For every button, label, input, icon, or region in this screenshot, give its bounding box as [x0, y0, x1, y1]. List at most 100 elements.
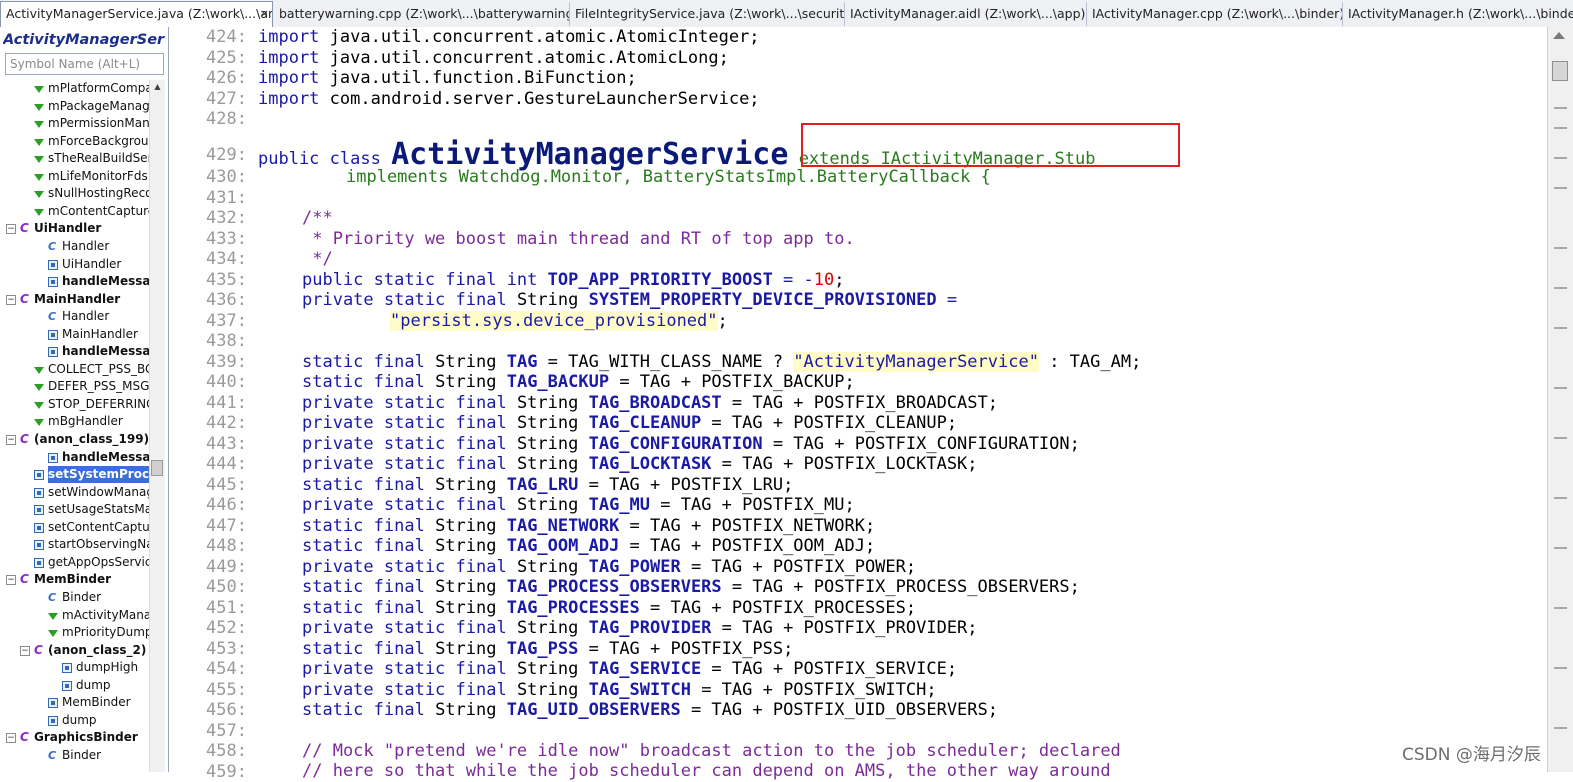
class-icon: C — [20, 432, 29, 446]
tree-item[interactable]: setSystemProcess — [4, 466, 149, 484]
tree-item[interactable]: C Handler — [4, 308, 149, 325]
tree-item[interactable]: setContentCaptureManager — [4, 519, 149, 536]
annotation-highlight-box — [801, 123, 1180, 167]
symbol-search-input[interactable] — [5, 53, 164, 75]
tree-item[interactable]: mPackageManagerInt — [4, 98, 149, 115]
code-editor[interactable]: 424: 425: 426: 427: 428: 429: 430: 431: 432: 433:… — [169, 27, 1547, 782]
tree-item[interactable]: C Handler — [4, 238, 149, 255]
keyword: import — [258, 47, 320, 68]
scroll-up-icon[interactable]: ▲ — [150, 80, 165, 94]
tab-activitymanagerservice[interactable]: ActivityManagerService.java (Z:\work\...… — [0, 1, 273, 27]
tree-item[interactable]: C Binder — [4, 747, 149, 764]
editor-scrollbar[interactable] — [1547, 27, 1573, 772]
import-path: java.util.concurrent.atomic.AtomicLong; — [329, 47, 729, 68]
tree-item[interactable]: mContentCaptureService — [4, 203, 149, 220]
tree-item[interactable]: STOP_DEFERRING_PSS_MSG — [4, 396, 149, 413]
tree-item[interactable]: mActivityManagerService — [4, 607, 149, 624]
collapse-toggle-icon[interactable]: − — [6, 575, 16, 586]
field-icon — [34, 173, 44, 181]
tree-item[interactable]: sNullHostingRecord — [4, 185, 149, 202]
tree-item-label: sTheRealBuildSerial — [48, 151, 149, 166]
expression: = TAG + POSTFIX_LOCKTASK; — [711, 454, 978, 474]
class-icon: C — [20, 221, 29, 236]
tree-item[interactable]: handleMessage — [4, 273, 149, 290]
sidebar-scroll-thumb[interactable] — [151, 460, 163, 476]
tree-item[interactable]: getAppOpsService — [4, 554, 149, 571]
collapse-toggle-icon[interactable]: − — [6, 294, 16, 305]
line-number: 436: — [206, 290, 247, 310]
identifier: TAG_POWER — [588, 556, 681, 577]
tree-item[interactable]: − C (anon_class_199) — [4, 431, 149, 448]
method-icon — [34, 540, 44, 551]
modifiers: static final — [302, 372, 436, 392]
tree-item[interactable]: COLLECT_PSS_BG_MSG — [4, 361, 149, 378]
tree-item[interactable]: handleMessage — [4, 343, 149, 360]
scroll-up-icon[interactable] — [1553, 32, 1565, 39]
line-number: 434: — [206, 249, 247, 269]
tab-batterywarning[interactable]: batterywarning.cpp (Z:\work\...\batteryw… — [274, 2, 570, 26]
expression: = TAG + POSTFIX_MU; — [650, 495, 855, 515]
tree-item[interactable]: UiHandler — [4, 256, 149, 273]
tree-item[interactable]: handleMessage — [4, 449, 149, 466]
expression: = TAG + POSTFIX_PROVIDER; — [711, 618, 978, 638]
code-line-425: import java.util.concurrent.atomic.Atomi… — [258, 48, 729, 68]
collapse-toggle-icon[interactable]: − — [20, 645, 30, 656]
line-number: 435: — [206, 269, 247, 290]
identifier: TAG_BROADCAST — [588, 392, 722, 413]
tab-iactivitymanager-aidl[interactable]: IActivityManager.aidl (Z:\work\...\app) — [845, 2, 1087, 26]
code-line: static final String TAG_PROCESS_OBSERVER… — [302, 577, 1080, 597]
tree-item-label: dump — [76, 677, 111, 692]
tree-item[interactable]: − C MemBinder — [4, 571, 149, 588]
tree-item[interactable]: DEFER_PSS_MSG — [4, 378, 149, 395]
tree-item[interactable]: dump — [4, 677, 149, 694]
tree-item[interactable]: mPlatformCompat — [4, 80, 149, 97]
tree-item[interactable]: mLifeMonitorFds — [4, 168, 149, 185]
expression: = TAG + POSTFIX_POWER; — [680, 556, 917, 577]
tree-item-label: mPlatformCompat — [48, 81, 149, 95]
tree-item[interactable]: MemBinder — [4, 694, 149, 711]
close-icon[interactable]: × — [260, 2, 269, 26]
tree-item-label: mForceBackgroundCheck — [48, 133, 149, 148]
tab-fileintegrityservice[interactable]: FileIntegrityService.java (Z:\work\...\s… — [570, 2, 845, 26]
tree-item-label: mActivityManagerService — [62, 607, 149, 622]
tree-item[interactable]: − C UiHandler — [4, 220, 149, 237]
code-line-436: private static final String SYSTEM_PROPE… — [302, 290, 957, 310]
tree-item-label: handleMessage — [62, 449, 149, 464]
identifier: TAG_UID_OBSERVERS — [506, 700, 681, 720]
tree-item[interactable]: − C (anon_class_2) — [4, 642, 149, 659]
expression: = TAG + POSTFIX_CLEANUP; — [701, 413, 958, 433]
collapse-toggle-icon[interactable]: − — [6, 435, 16, 445]
field-icon — [34, 419, 44, 427]
expression: = TAG + POSTFIX_PSS; — [578, 638, 794, 659]
expression: = TAG_WITH_CLASS_NAME ? — [537, 351, 794, 372]
tree-item[interactable]: mPriorityDumper — [4, 624, 149, 641]
line-number: 458: — [206, 741, 247, 761]
code-line-426: import java.util.function.BiFunction; — [258, 68, 637, 88]
tree-item[interactable]: MainHandler — [4, 326, 149, 343]
tree-item-label: UiHandler — [62, 256, 122, 271]
tree-item[interactable]: mForceBackgroundCheck — [4, 133, 149, 150]
sidebar-scrollbar[interactable]: ▲ — [149, 80, 165, 772]
line-number: 428: — [206, 109, 247, 129]
tree-item[interactable]: setWindowManager — [4, 484, 149, 501]
tree-item[interactable]: dumpHigh — [4, 659, 149, 676]
tree-item[interactable]: − C GraphicsBinder — [4, 729, 149, 746]
collapse-toggle-icon[interactable]: − — [6, 733, 16, 744]
tree-item[interactable]: mBgHandler — [4, 413, 149, 430]
tree-item[interactable]: mPermissionManagerInt — [4, 115, 149, 132]
tree-item[interactable]: − C MainHandler — [4, 291, 149, 308]
tree-item-label: Binder — [62, 589, 102, 604]
code-line: private static final String TAG_PROVIDER… — [302, 618, 978, 638]
modifiers: static final — [302, 577, 436, 597]
tree-item-label: Handler — [62, 309, 110, 324]
tab-iactivitymanager-h[interactable]: IActivityManager.h (Z:\work\...\binder) — [1343, 2, 1573, 26]
tree-item[interactable]: C Binder — [4, 589, 149, 606]
tree-item[interactable]: sTheRealBuildSerial — [4, 150, 149, 167]
tab-iactivitymanager-cpp[interactable]: IActivityManager.cpp (Z:\work\...\binder… — [1087, 2, 1343, 26]
collapse-toggle-icon[interactable]: − — [6, 224, 16, 235]
identifier: TAG_SWITCH — [588, 679, 691, 700]
tree-item[interactable]: setUsageStatsManager — [4, 501, 149, 518]
tree-item[interactable]: startObservingNativeCrashes — [4, 536, 149, 553]
editor-scroll-thumb[interactable] — [1552, 61, 1568, 81]
tree-item[interactable]: dump — [4, 712, 149, 729]
